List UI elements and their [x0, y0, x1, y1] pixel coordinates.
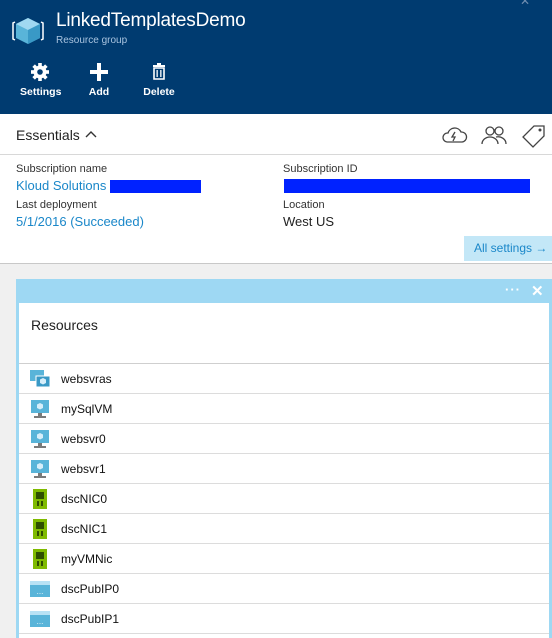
resource-name: websvras	[61, 372, 112, 386]
list-item[interactable]: dscNIC1	[19, 514, 549, 544]
redacted-subscription-id	[284, 179, 530, 193]
tag-icon[interactable]	[521, 124, 547, 148]
resource-name: mySqlVM	[61, 402, 113, 416]
list-item[interactable]: dscNIC0	[19, 484, 549, 514]
resource-name: myVMNic	[61, 552, 113, 566]
location-value: West US	[283, 214, 335, 229]
settings-button[interactable]: Settings	[20, 60, 62, 98]
delete-label: Delete	[143, 86, 175, 98]
last-deployment-label: Last deployment	[16, 199, 97, 211]
list-item[interactable]: websvr0	[19, 424, 549, 454]
last-deployment-link[interactable]: 5/1/2016 (Succeeded)	[16, 214, 144, 229]
resource-name: dscNIC1	[61, 522, 108, 536]
virtual-machine-icon	[31, 430, 49, 448]
resource-name: websvr0	[61, 432, 106, 446]
blade-header: LinkedTemplatesDemo Resource group ✕ Set	[0, 0, 552, 114]
location-label: Location	[283, 199, 325, 211]
list-item[interactable]: mySqlVM	[19, 394, 549, 424]
resources-title: Resources	[31, 317, 98, 333]
settings-label: Settings	[20, 86, 62, 98]
add-label: Add	[88, 86, 110, 98]
subscription-name-label: Subscription name	[16, 163, 108, 175]
resource-name: websvr1	[61, 462, 106, 476]
network-interface-icon	[33, 519, 47, 539]
cloud-deploy-icon[interactable]	[440, 124, 468, 146]
essentials-title: Essentials	[16, 127, 80, 143]
chevron-up-icon[interactable]	[84, 128, 98, 140]
resources-tile[interactable]: ··· ✕ Resources websvras mySqlVM websvr0…	[16, 279, 552, 638]
resource-name: dscPubIP0	[61, 582, 120, 596]
add-button[interactable]: Add	[86, 60, 112, 98]
resources-panel: Resources websvras mySqlVM websvr0 websv…	[19, 303, 549, 638]
list-item[interactable]: ... dscPubIP1	[19, 604, 549, 634]
gear-icon	[31, 63, 49, 81]
network-interface-icon	[33, 549, 47, 569]
virtual-machine-icon	[31, 400, 49, 418]
essentials-header[interactable]: Essentials	[0, 114, 552, 155]
svg-text:...: ...	[37, 618, 44, 626]
subscription-id-label: Subscription ID	[283, 163, 358, 175]
essentials-panel: Essentials Subscription name Kloud Solut…	[0, 114, 552, 264]
resource-group-icon	[12, 18, 44, 44]
page-title: LinkedTemplatesDemo	[56, 10, 246, 31]
page-subtitle: Resource group	[56, 35, 128, 46]
list-item[interactable]: websvras	[19, 364, 549, 394]
subscription-name-link[interactable]: Kloud Solutions	[16, 178, 106, 193]
public-ip-icon: ...	[30, 611, 50, 627]
list-item[interactable]: ... dscPubIP0	[19, 574, 549, 604]
close-icon[interactable]: ✕	[531, 282, 544, 300]
resources-list: websvras mySqlVM websvr0 websvr1 dscNIC0…	[19, 363, 549, 634]
all-settings-link[interactable]: All settings →	[464, 236, 552, 261]
svg-text:...: ...	[37, 588, 44, 596]
list-item[interactable]: myVMNic	[19, 544, 549, 574]
delete-button[interactable]: Delete	[143, 60, 175, 98]
public-ip-icon: ...	[30, 581, 50, 597]
plus-icon	[90, 63, 108, 81]
more-options-icon[interactable]: ···	[505, 282, 521, 297]
trash-icon	[153, 63, 165, 80]
pin-icon[interactable]: ✕	[520, 0, 530, 8]
availability-set-icon	[30, 370, 51, 388]
virtual-machine-icon	[31, 460, 49, 478]
users-icon[interactable]	[480, 124, 508, 146]
network-interface-icon	[33, 489, 47, 509]
resource-name: dscNIC0	[61, 492, 108, 506]
redacted-block	[110, 180, 201, 193]
resource-name: dscPubIP1	[61, 612, 120, 626]
list-item[interactable]: websvr1	[19, 454, 549, 484]
